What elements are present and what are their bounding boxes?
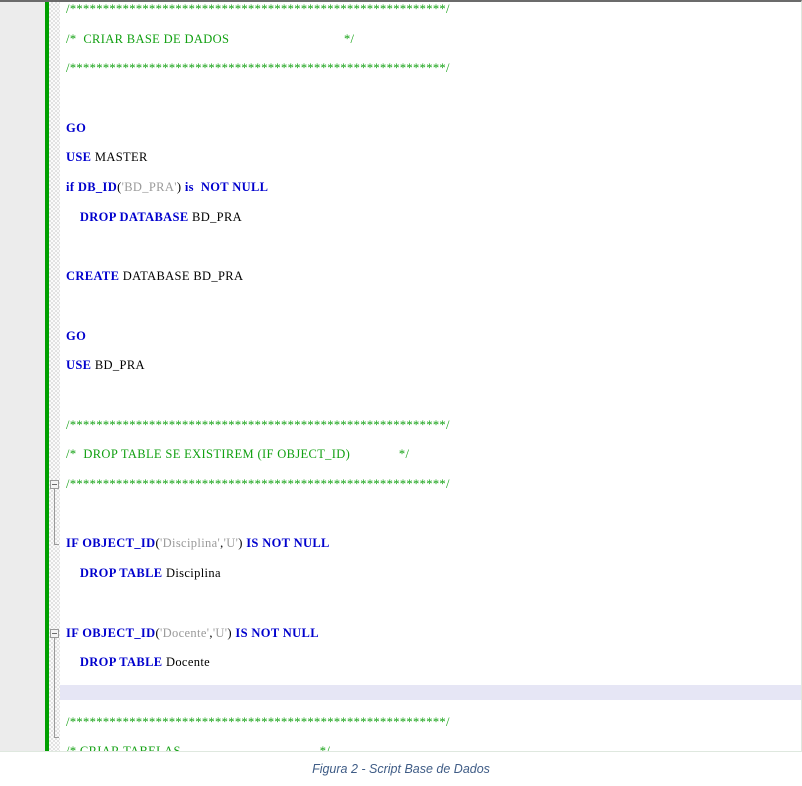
code-line-text: IF OBJECT_ID('Disciplina','U') IS NOT NU… [66, 536, 330, 551]
code-line[interactable]: 20 DROP TABLE Disciplina [0, 566, 801, 581]
token-cm: /* DROP TABLE SE EXISTIREM (IF OBJECT_ID… [66, 447, 410, 462]
token-kw: IS NOT NULL [246, 536, 330, 551]
code-line[interactable]: 17/*************************************… [0, 477, 801, 492]
code-line-text: /***************************************… [66, 715, 450, 730]
code-line-text: /***************************************… [66, 418, 450, 433]
sql-code-editor[interactable]: 1/**************************************… [0, 0, 802, 752]
code-line-text: USE BD_PRA [66, 358, 145, 373]
code-line[interactable]: 6USE MASTER [0, 150, 801, 165]
code-line-text: DROP TABLE Disciplina [66, 566, 221, 581]
line-number-gutter [0, 2, 45, 751]
code-line[interactable]: 18 [0, 507, 801, 522]
code-line-text: DROP DATABASE BD_PRA [66, 210, 242, 225]
code-line[interactable]: 3/**************************************… [0, 61, 801, 76]
code-line-text: /* CRIAR TABELAS */ [66, 744, 331, 752]
token-st: 'U' [212, 625, 228, 640]
collapse-minus-icon[interactable] [50, 480, 59, 490]
token-cm: /***************************************… [66, 477, 450, 492]
code-line[interactable]: 8 DROP DATABASE BD_PRA [0, 210, 801, 225]
token-st: 'Docente' [160, 625, 210, 640]
code-surface[interactable]: 1/**************************************… [0, 2, 801, 752]
token-pl: ) [176, 180, 185, 195]
token-cm: /* CRIAR BASE DE DADOS */ [66, 31, 355, 46]
token-cm: /***************************************… [66, 417, 450, 432]
token-pl: ) [238, 536, 247, 551]
code-line-text: /***************************************… [66, 61, 450, 76]
code-line[interactable]: 4 [0, 91, 801, 106]
token-pl: Docente [162, 655, 211, 670]
code-line[interactable]: 24 [0, 684, 801, 700]
code-line-text: /***************************************… [66, 477, 450, 492]
code-line[interactable]: 26/* CRIAR TABELAS */ [0, 744, 801, 752]
fold-guide-foot [54, 543, 59, 545]
token-kw: GO [66, 328, 87, 343]
token-kw: USE [66, 150, 92, 165]
code-line-text: GO [66, 329, 86, 344]
token-kw: NOT NULL [200, 180, 269, 195]
token-kw: CREATE [66, 269, 120, 284]
token-kw: IS NOT NULL [235, 625, 319, 640]
code-line[interactable]: 12GO [0, 329, 801, 344]
token-kw: DROP TABLE [79, 655, 163, 670]
fold-guide-foot [54, 736, 59, 738]
token-kw: DROP TABLE [79, 566, 163, 581]
code-line[interactable]: 7if DB_ID('BD_PRA') is NOT NULL [0, 180, 801, 195]
code-line[interactable]: 13USE BD_PRA [0, 358, 801, 373]
code-line-text: if DB_ID('BD_PRA') is NOT NULL [66, 180, 268, 195]
figure-caption: Figura 2 - Script Base de Dados [0, 752, 802, 786]
token-pl: MASTER [91, 150, 148, 165]
code-line-text: USE MASTER [66, 150, 148, 165]
code-line[interactable]: 21 [0, 596, 801, 611]
collapse-minus-icon[interactable] [50, 628, 59, 638]
changed-lines-indicator-bar [45, 2, 49, 751]
token-st: 'BD_PRA' [121, 180, 177, 195]
token-st: 'Disciplina' [160, 536, 221, 551]
token-cm: /***************************************… [66, 61, 450, 76]
code-line-text: /***************************************… [66, 2, 450, 17]
token-st: 'U' [223, 536, 239, 551]
code-line[interactable]: 11 [0, 299, 801, 314]
token-kw: IF OBJECT_ID [66, 625, 156, 640]
code-line-text: GO [66, 121, 86, 136]
token-cm: /* CRIAR TABELAS */ [66, 744, 331, 752]
fold-guide-line [54, 489, 55, 544]
token-pl: BD_PRA [91, 358, 145, 373]
code-line[interactable]: 19IF OBJECT_ID('Disciplina','U') IS NOT … [0, 536, 801, 551]
token-kw: DROP DATABASE [79, 209, 189, 224]
token-pl: BD_PRA [188, 209, 243, 224]
code-line[interactable]: 14 [0, 388, 801, 403]
token-kw: IF OBJECT_ID [66, 536, 156, 551]
token-pl: DATABASE BD_PRA [119, 269, 244, 284]
code-line-text: /* DROP TABLE SE EXISTIREM (IF OBJECT_ID… [66, 447, 409, 462]
code-line-text: /* CRIAR BASE DE DADOS */ [66, 32, 354, 47]
code-line[interactable]: 23 DROP TABLE Docente [0, 655, 801, 670]
token-kw: DB_ID [77, 180, 118, 195]
code-line-text: DROP TABLE Docente [66, 655, 210, 670]
fold-guide-line [54, 637, 55, 737]
code-line[interactable]: 15/*************************************… [0, 418, 801, 433]
code-line[interactable]: 2/* CRIAR BASE DE DADOS */ [0, 32, 801, 47]
code-line[interactable]: 16/* DROP TABLE SE EXISTIREM (IF OBJECT_… [0, 447, 801, 462]
code-line[interactable]: 9 [0, 240, 801, 255]
token-kw: USE [66, 358, 92, 373]
token-kw: GO [66, 120, 87, 135]
code-line[interactable]: 25/*************************************… [0, 715, 801, 730]
code-line[interactable]: 22IF OBJECT_ID('Docente','U') IS NOT NUL… [0, 626, 801, 641]
code-line-text: CREATE DATABASE BD_PRA [66, 269, 243, 284]
token-pl: Disciplina [162, 566, 221, 581]
code-line[interactable]: 1/**************************************… [0, 2, 801, 17]
code-line[interactable]: 10CREATE DATABASE BD_PRA [0, 269, 801, 284]
token-cm: /***************************************… [66, 714, 450, 729]
token-kw: is [184, 180, 194, 195]
code-line[interactable]: 5GO [0, 121, 801, 136]
code-line-text: IF OBJECT_ID('Docente','U') IS NOT NULL [66, 626, 319, 641]
token-cm: /***************************************… [66, 2, 450, 16]
